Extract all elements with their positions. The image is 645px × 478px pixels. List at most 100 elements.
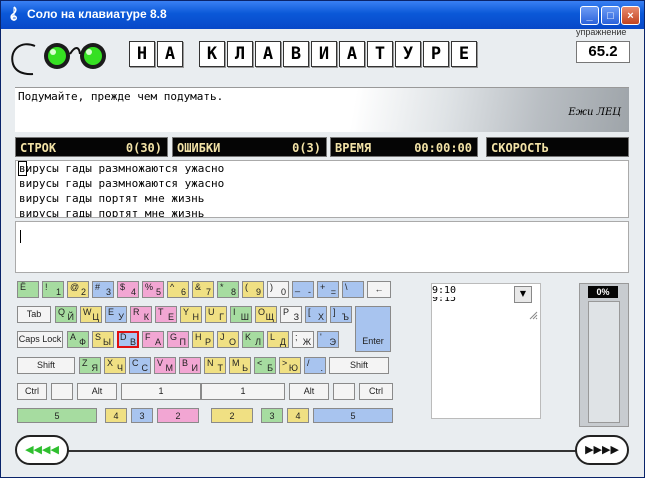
key-label: 3 <box>139 411 145 421</box>
quote-author: Ежи ЛЕЦ <box>568 107 621 118</box>
key-З[interactable]: PЗ <box>280 306 302 323</box>
key-Ш[interactable]: IШ <box>230 306 252 323</box>
key-2[interactable]: @2 <box>67 281 89 298</box>
space-left-key[interactable]: 1 <box>121 383 201 400</box>
key-Э[interactable]: ' Э <box>317 331 339 348</box>
key-label: 1 <box>158 386 164 396</box>
key-label-latin: ^ <box>170 282 175 292</box>
key-8[interactable]: * 8 <box>217 281 239 298</box>
key-3[interactable]: #3 <box>92 281 114 298</box>
key-Ё[interactable]: Ё <box>17 281 39 298</box>
key-label-cyrillic: 7 <box>205 287 211 297</box>
key-6[interactable]: ^ 6 <box>167 281 189 298</box>
key-7[interactable]: & 7 <box>192 281 214 298</box>
win-left-key[interactable] <box>51 383 73 400</box>
key-5[interactable]: % 5 <box>142 281 164 298</box>
title-bar[interactable]: Соло на клавиатуре 8.8 _ □ × <box>1 1 644 29</box>
key-Е[interactable]: TЕ <box>155 306 177 323</box>
key-Ъ[interactable]: ] Ъ <box>330 306 352 323</box>
progress-bar <box>588 301 620 423</box>
window-title: Соло на клавиатуре 8.8 <box>27 7 167 21</box>
key-Ь[interactable]: MЬ <box>229 357 251 374</box>
key-label-latin: ! <box>45 282 48 292</box>
key-4[interactable]: $4 <box>117 281 139 298</box>
backspace-key[interactable]: ← <box>367 281 391 298</box>
close-button[interactable]: × <box>621 6 640 25</box>
key-Ц[interactable]: WЦ <box>80 306 102 323</box>
key-Д[interactable]: LД <box>267 331 289 348</box>
key-label-latin: Z <box>82 358 88 368</box>
key-label-cyrillic: Ю <box>288 363 298 373</box>
key-\[interactable]: \ <box>342 281 364 298</box>
key-label: Enter <box>362 336 384 346</box>
key-К[interactable]: RК <box>130 306 152 323</box>
key-label-latin: F <box>145 332 151 342</box>
key-Ч[interactable]: XЧ <box>104 357 126 374</box>
info-panel: 9:10 9:15 ▼ <box>431 283 541 419</box>
space-right-key[interactable]: 1 <box>201 383 285 400</box>
exercise-number: 65.2 <box>576 41 630 63</box>
key-label-latin: ( <box>245 282 248 292</box>
key-И[interactable]: BИ <box>179 357 201 374</box>
key-У[interactable]: EУ <box>105 306 127 323</box>
caps-lock-key[interactable]: Caps Lock <box>17 331 63 348</box>
quote-text: Подумайте, прежде чем подумать. <box>18 90 224 103</box>
letter-tile: Т <box>367 41 393 67</box>
shift-left-key[interactable]: Shift <box>17 357 75 374</box>
shift-right-key[interactable]: Shift <box>329 357 389 374</box>
key-В[interactable]: DВ <box>117 331 139 348</box>
next-exercise-button[interactable]: ▶▶▶▶ <box>575 435 629 465</box>
key-П[interactable]: GП <box>167 331 189 348</box>
key-С[interactable]: CС <box>129 357 151 374</box>
key-Л[interactable]: KЛ <box>242 331 264 348</box>
key-А[interactable]: FА <box>142 331 164 348</box>
lesson-word: Н А К Л А В И А Т У Р Е <box>129 41 479 67</box>
key-0[interactable]: ) 0 <box>267 281 289 298</box>
key-label-latin: & <box>195 282 202 292</box>
key-9[interactable]: (9 <box>242 281 264 298</box>
key-Ф[interactable]: AФ <box>67 331 89 348</box>
key-label-latin: ] <box>333 307 336 317</box>
quote-banner: Подумайте, прежде чем подумать. Ежи ЛЕЦ <box>15 87 629 132</box>
key-label-cyrillic: Ж <box>302 337 311 347</box>
key-label: 4 <box>295 411 301 421</box>
key-Ж[interactable]: ; Ж <box>292 331 314 348</box>
key-Й[interactable]: QЙ <box>55 306 77 323</box>
key-Ы[interactable]: SЫ <box>92 331 114 348</box>
key-Щ[interactable]: OЩ <box>255 306 277 323</box>
panel-dropdown-button[interactable]: ▼ <box>514 286 532 303</box>
tab-key[interactable]: Tab <box>17 306 51 323</box>
resize-grip-icon[interactable] <box>528 310 538 320</box>
alt-right-key[interactable]: Alt <box>289 383 329 400</box>
enter-key[interactable]: Enter <box>355 306 391 352</box>
maximize-button[interactable]: □ <box>601 6 620 25</box>
key-Я[interactable]: ZЯ <box>79 357 101 374</box>
key-О[interactable]: JО <box>217 331 239 348</box>
key-Р[interactable]: HР <box>192 331 214 348</box>
key-label-cyrillic: Н <box>192 312 200 322</box>
key-Б[interactable]: < Б <box>254 357 276 374</box>
key-label-cyrillic: Я <box>91 363 99 373</box>
key-1[interactable]: ! 1 <box>42 281 64 298</box>
key-=[interactable]: + = <box>317 281 339 298</box>
finger-zone-5: 3 <box>261 408 283 423</box>
typing-input[interactable] <box>15 221 629 273</box>
previous-exercise-button[interactable]: ◀◀◀◀ <box>15 435 69 465</box>
key-label-cyrillic: Ъ <box>341 312 349 322</box>
key-Н[interactable]: YН <box>180 306 202 323</box>
key-Ю[interactable]: > Ю <box>279 357 301 374</box>
win-right-key[interactable] <box>333 383 355 400</box>
key--[interactable]: _ - <box>292 281 314 298</box>
key-Т[interactable]: NТ <box>204 357 226 374</box>
ctrl-right-key[interactable]: Ctrl <box>359 383 393 400</box>
key-.[interactable]: /. <box>304 357 326 374</box>
key-Х[interactable]: [Х <box>305 306 327 323</box>
key-М[interactable]: VМ <box>154 357 176 374</box>
minimize-button[interactable]: _ <box>580 6 599 25</box>
exercise-text: вирусы гады размножаются ужасно вирусы г… <box>15 160 629 218</box>
key-Г[interactable]: UГ <box>205 306 227 323</box>
key-label-cyrillic: 3 <box>105 287 111 297</box>
key-label-latin: G <box>170 332 178 342</box>
ctrl-left-key[interactable]: Ctrl <box>17 383 47 400</box>
alt-left-key[interactable]: Alt <box>77 383 117 400</box>
